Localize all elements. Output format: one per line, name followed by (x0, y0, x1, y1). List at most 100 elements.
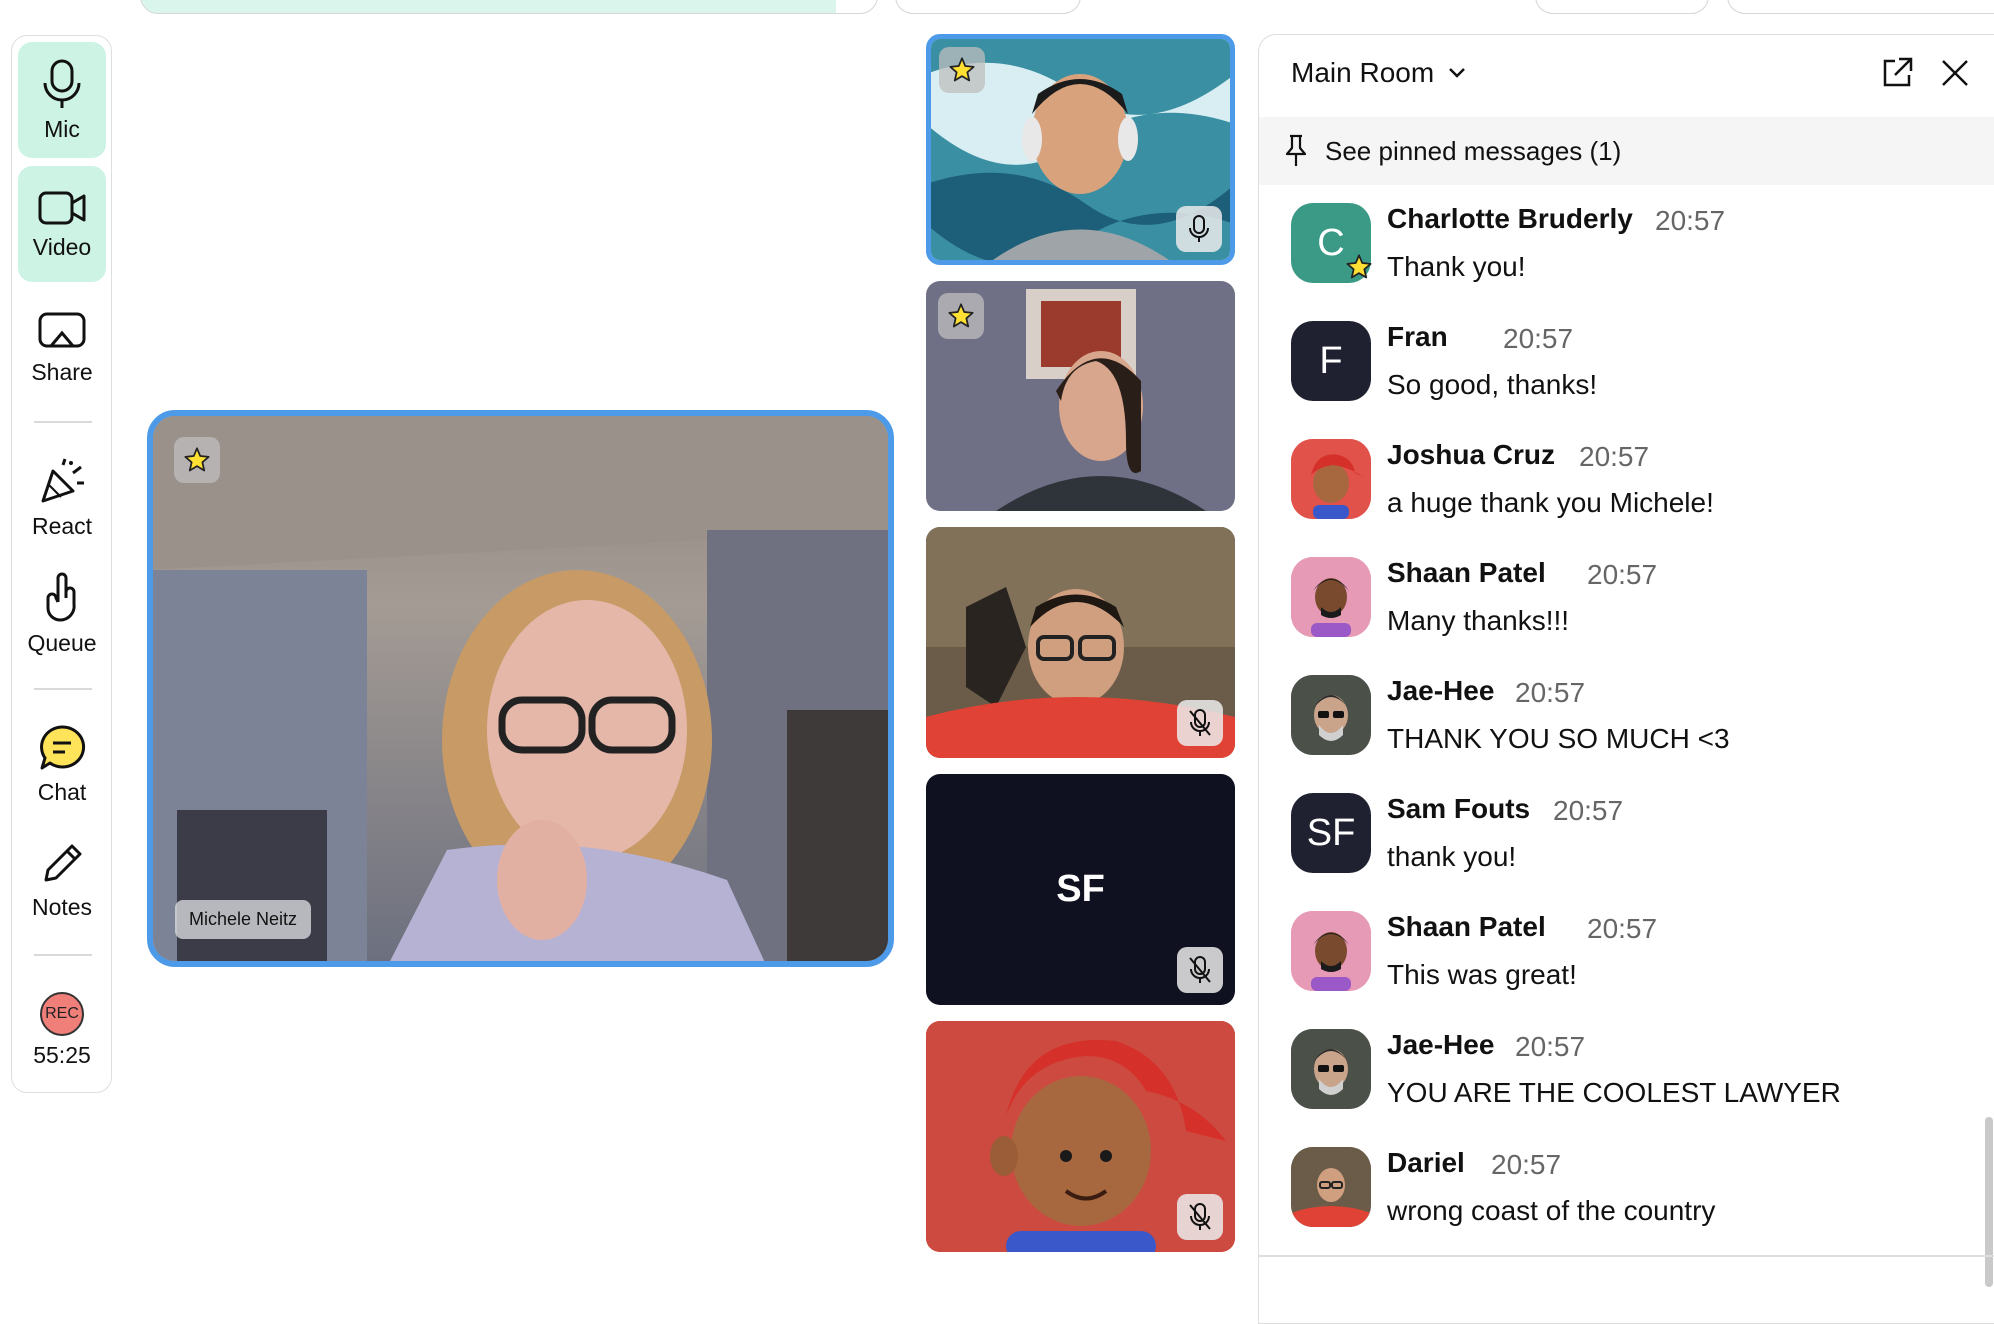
top-input-bar[interactable] (140, 0, 878, 14)
raised-hand-icon (46, 572, 76, 622)
microphone-muted-icon (1189, 1203, 1211, 1230)
video-button[interactable]: Video (18, 166, 106, 282)
message-text: So good, thanks! (1387, 369, 1598, 400)
top-button-a[interactable] (895, 0, 1081, 14)
participant-tile-1[interactable] (926, 34, 1235, 265)
mic-button[interactable]: Mic (18, 42, 106, 158)
toolbar-divider (34, 421, 92, 423)
message-author[interactable]: Jae-Hee (1387, 675, 1494, 707)
avatar-character-image (1291, 1029, 1371, 1109)
pencil-icon (44, 844, 82, 881)
queue-button[interactable]: Queue (18, 556, 106, 672)
chat-message: Dariel 20:57 wrong coast of the country (1291, 1147, 1991, 1247)
chat-scrollbar[interactable] (1985, 1117, 1993, 1287)
participant-tile-5[interactable] (926, 1021, 1235, 1252)
screen-share-icon (38, 312, 86, 347)
participant-tile-4[interactable]: SF (926, 774, 1235, 1005)
star-icon (184, 447, 210, 472)
mic-muted-badge (1177, 700, 1223, 746)
message-time: 20:57 (1503, 323, 1574, 354)
chat-bubble-icon (40, 724, 86, 769)
avatar-character-image (1291, 675, 1371, 755)
microphone-icon (43, 59, 81, 108)
message-author[interactable]: Joshua Cruz (1387, 439, 1555, 471)
star-icon (948, 303, 974, 328)
chat-message: SF Sam Fouts 20:57 thank you! (1291, 793, 1991, 893)
message-author[interactable]: Shaan Patel (1387, 557, 1546, 589)
avatar-initial: C (1317, 221, 1345, 264)
avatar (1291, 675, 1371, 755)
pinned-messages-bar[interactable]: See pinned messages (1) (1259, 117, 1994, 185)
share-button[interactable]: Share (18, 290, 106, 406)
message-author[interactable]: Charlotte Bruderly (1387, 203, 1633, 235)
message-text: thank you! (1387, 841, 1517, 872)
avatar-character-image (1291, 557, 1371, 637)
share-label: Share (31, 358, 93, 385)
message-text: Thank you! (1387, 251, 1526, 282)
avatar: SF (1291, 793, 1371, 873)
pinned-messages-label: See pinned messages (1) (1325, 135, 1622, 166)
message-author[interactable]: Dariel (1387, 1147, 1465, 1179)
star-icon (949, 57, 975, 82)
left-toolbar: Mic Video Share React Queue Chat Notes R… (11, 35, 112, 1093)
chat-message: Shaan Patel 20:57 Many thanks!!! (1291, 557, 1991, 657)
avatar (1291, 1029, 1371, 1109)
message-time: 20:57 (1587, 559, 1658, 590)
pop-out-icon[interactable] (1879, 55, 1915, 91)
rec-badge: REC (40, 991, 84, 1036)
message-author[interactable]: Sam Fouts (1387, 793, 1530, 825)
message-author[interactable]: Fran (1387, 321, 1448, 353)
avatar (1291, 911, 1371, 991)
mic-label: Mic (44, 115, 80, 142)
video-camera-icon (38, 191, 86, 224)
avatar-initial: F (1319, 339, 1343, 382)
speaker-name-tag: Michele Neitz (175, 900, 312, 939)
party-popper-icon (41, 458, 84, 502)
star-badge (938, 293, 984, 339)
room-selector[interactable]: Main Room (1291, 57, 1466, 89)
recording-status[interactable]: REC 55:25 (18, 972, 106, 1088)
message-time: 20:57 (1515, 1031, 1586, 1062)
chat-button[interactable]: Chat (18, 706, 106, 822)
avatar (1291, 439, 1371, 519)
top-button-b[interactable] (1535, 0, 1709, 14)
message-author[interactable]: Shaan Patel (1387, 911, 1546, 943)
chat-message: F Fran 20:57 So good, thanks! (1291, 321, 1991, 421)
avatar-character-image (1291, 911, 1371, 991)
message-time: 20:57 (1655, 205, 1726, 236)
avatar (1291, 1147, 1371, 1227)
avatar-initial: SF (1306, 811, 1356, 854)
microphone-muted-icon (1189, 709, 1211, 736)
chat-input-divider (1259, 1255, 1994, 1257)
toolbar-divider (34, 688, 92, 690)
message-text: THANK YOU SO MUCH <3 (1387, 723, 1730, 754)
message-time: 20:57 (1515, 677, 1586, 708)
star-badge (939, 47, 985, 93)
star-badge (174, 437, 220, 483)
top-button-c[interactable] (1727, 0, 1994, 14)
chevron-down-icon (1449, 68, 1466, 78)
chat-message: C Charlotte Bruderly 20:57 Thank you! (1291, 203, 1991, 303)
main-speaker-video[interactable]: Michele Neitz (147, 410, 894, 967)
chat-label: Chat (37, 778, 87, 805)
microphone-muted-icon (1189, 956, 1211, 983)
avatar (1291, 557, 1371, 637)
participant-tile-3[interactable] (926, 527, 1235, 758)
video-label: Video (32, 233, 92, 260)
chat-panel: Main Room See pinned messages (1) C Char… (1258, 34, 1994, 1324)
close-icon[interactable] (1937, 55, 1973, 91)
react-label: React (31, 512, 93, 539)
room-name: Main Room (1291, 57, 1435, 88)
react-button[interactable]: React (18, 440, 106, 556)
mic-muted-badge (1177, 1194, 1223, 1240)
message-time: 20:57 (1553, 795, 1624, 826)
notes-button[interactable]: Notes (18, 822, 106, 938)
mic-muted-badge (1177, 947, 1223, 993)
star-icon (1346, 254, 1372, 279)
message-text: wrong coast of the country (1387, 1195, 1716, 1226)
message-author[interactable]: Jae-Hee (1387, 1029, 1494, 1061)
message-text: This was great! (1387, 959, 1577, 990)
message-time: 20:57 (1587, 913, 1658, 944)
message-text: a huge thank you Michele! (1387, 487, 1714, 518)
participant-tile-2[interactable] (926, 281, 1235, 511)
